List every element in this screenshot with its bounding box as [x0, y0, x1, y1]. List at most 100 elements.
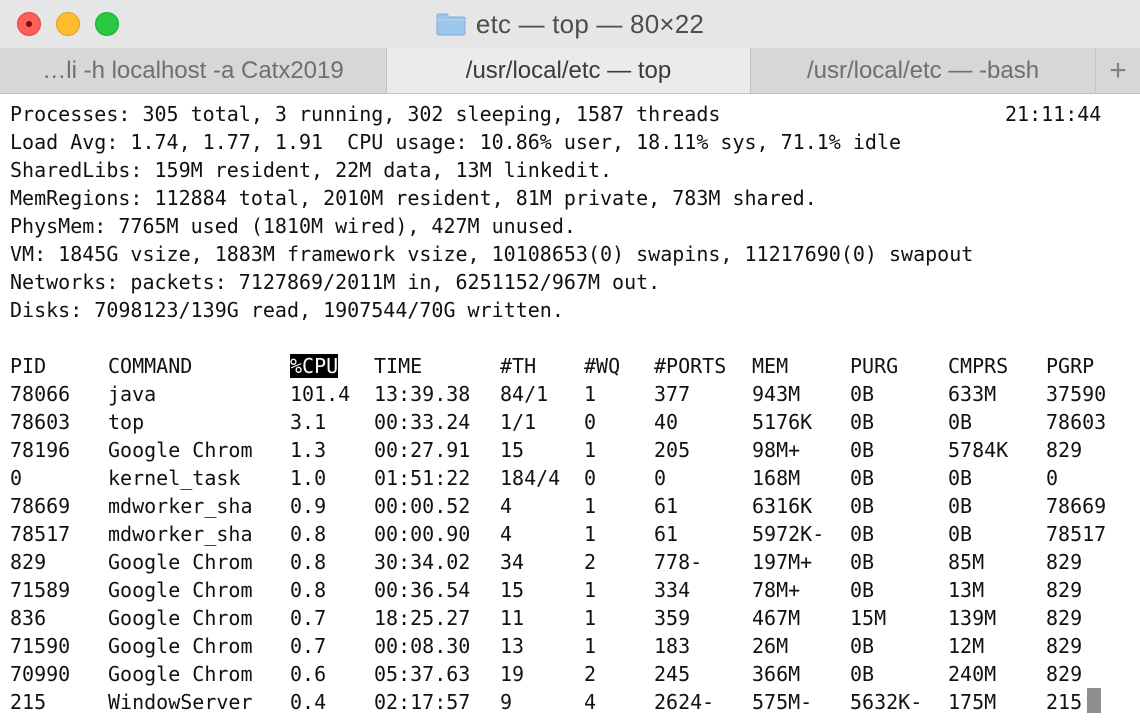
cell-mem: 575M- [752, 690, 813, 714]
cell-purg: 0B [850, 662, 875, 686]
cell-cmprs: 0B [948, 466, 973, 490]
col-header-pid: PID [10, 354, 47, 378]
cell-ports: 245 [654, 662, 691, 686]
cell-cmprs: 85M [948, 550, 985, 574]
cell-cpu: 0.8 [290, 522, 327, 546]
cell-time: 00:00.90 [374, 522, 471, 546]
cell-pgrp: 829 [1046, 438, 1083, 462]
folder-icon [436, 12, 466, 36]
cell-command: Google Chrom [108, 550, 253, 574]
memregions-line: MemRegions: 112884 total, 2010M resident… [10, 186, 817, 210]
cell-threads: 1/1 [500, 410, 537, 434]
window-title: etc — top — 80×22 [475, 8, 705, 39]
cell-pgrp: 829 [1046, 662, 1083, 686]
cell-pgrp: 78603 [1046, 410, 1107, 434]
cell-time: 13:39.38 [374, 382, 471, 406]
cell-ports: 61 [654, 522, 679, 546]
cell-cpu: 0.4 [290, 690, 327, 714]
cell-pid: 71590 [10, 634, 71, 658]
cell-mem: 98M+ [752, 438, 801, 462]
cell-time: 00:27.91 [374, 438, 471, 462]
cell-threads: 15 [500, 578, 525, 602]
cell-cpu: 3.1 [290, 410, 327, 434]
cell-cpu: 1.0 [290, 466, 327, 490]
networks-line: Networks: packets: 7127869/2011M in, 625… [10, 270, 661, 294]
sorted-column-highlight: %CPU [290, 354, 339, 378]
cell-cpu: 0.7 [290, 634, 327, 658]
cell-time: 30:34.02 [374, 550, 471, 574]
cell-command: mdworker_sha [108, 522, 253, 546]
cell-cpu: 1.3 [290, 438, 327, 462]
window-title-group: etc — top — 80×22 [0, 0, 1140, 48]
disks-line: Disks: 7098123/139G read, 1907544/70G wr… [10, 298, 564, 322]
cell-mem: 26M [752, 634, 789, 658]
cell-time: 00:36.54 [374, 578, 471, 602]
processes-line: Processes: 305 total, 3 running, 302 sle… [10, 102, 721, 126]
cell-threads: 15 [500, 438, 525, 462]
cell-pid: 836 [10, 606, 47, 630]
cell-time: 00:08.30 [374, 634, 471, 658]
cell-pgrp: 78517 [1046, 522, 1107, 546]
cell-threads: 4 [500, 522, 513, 546]
cell-threads: 4 [500, 494, 513, 518]
cell-command: mdworker_sha [108, 494, 253, 518]
cell-ports: 377 [654, 382, 691, 406]
cell-purg: 0B [850, 578, 875, 602]
cell-pid: 78603 [10, 410, 71, 434]
cell-time: 02:17:57 [374, 690, 471, 714]
cell-wq: 1 [584, 578, 597, 602]
cell-ports: 61 [654, 494, 679, 518]
cell-threads: 13 [500, 634, 525, 658]
col-header-command: COMMAND [108, 354, 193, 378]
cell-time: 00:00.52 [374, 494, 471, 518]
cell-command: Google Chrom [108, 578, 253, 602]
tab-bash[interactable]: /usr/local/etc — -bash [751, 48, 1096, 93]
title-bar: etc — top — 80×22 [0, 0, 1140, 49]
col-header-cmprs: CMPRS [948, 354, 1009, 378]
cell-cmprs: 0B [948, 522, 973, 546]
cell-cpu: 0.6 [290, 662, 327, 686]
cell-command: WindowServer [108, 690, 253, 714]
cell-cpu: 101.4 [290, 382, 351, 406]
cell-pid: 829 [10, 550, 47, 574]
cell-wq: 1 [584, 522, 597, 546]
cell-cpu: 0.9 [290, 494, 327, 518]
cell-wq: 0 [584, 466, 597, 490]
cell-mem: 5972K- [752, 522, 825, 546]
cell-wq: 1 [584, 494, 597, 518]
cell-pgrp: 829 [1046, 634, 1083, 658]
cell-cpu: 0.8 [290, 578, 327, 602]
new-tab-button[interactable]: + [1096, 48, 1140, 93]
terminal-output[interactable]: Processes: 305 total, 3 running, 302 sle… [0, 94, 1140, 726]
cell-cmprs: 0B [948, 410, 973, 434]
cell-ports: 183 [654, 634, 691, 658]
cell-command: Google Chrom [108, 634, 253, 658]
cell-command: kernel_task [108, 466, 241, 490]
cell-time: 01:51:22 [374, 466, 471, 490]
cell-wq: 4 [584, 690, 597, 714]
cell-pgrp: 0 [1046, 466, 1059, 490]
tab-top-active[interactable]: /usr/local/etc — top [387, 48, 751, 93]
cell-cmprs: 5784K [948, 438, 1009, 462]
load-line: Load Avg: 1.74, 1.77, 1.91 CPU usage: 10… [10, 130, 902, 154]
cell-purg: 0B [850, 438, 875, 462]
col-header-pgrp: PGRP [1046, 354, 1095, 378]
cell-pid: 70990 [10, 662, 71, 686]
cell-purg: 0B [850, 410, 875, 434]
cell-command: Google Chrom [108, 662, 253, 686]
col-header-threads: #TH [500, 354, 537, 378]
cell-command: Google Chrom [108, 606, 253, 630]
cell-purg: 0B [850, 634, 875, 658]
cell-purg: 0B [850, 522, 875, 546]
cell-purg: 0B [850, 382, 875, 406]
cell-time: 05:37.63 [374, 662, 471, 686]
cell-command: top [108, 410, 145, 434]
cell-wq: 1 [584, 606, 597, 630]
cell-pid: 0 [10, 466, 23, 490]
tab-ssh-session[interactable]: …li -h localhost -a Catx2019 [0, 48, 387, 93]
cell-ports: 0 [654, 466, 667, 490]
cell-threads: 19 [500, 662, 525, 686]
cell-cmprs: 12M [948, 634, 985, 658]
cell-mem: 5176K [752, 410, 813, 434]
tab-bar: …li -h localhost -a Catx2019 /usr/local/… [0, 48, 1140, 94]
